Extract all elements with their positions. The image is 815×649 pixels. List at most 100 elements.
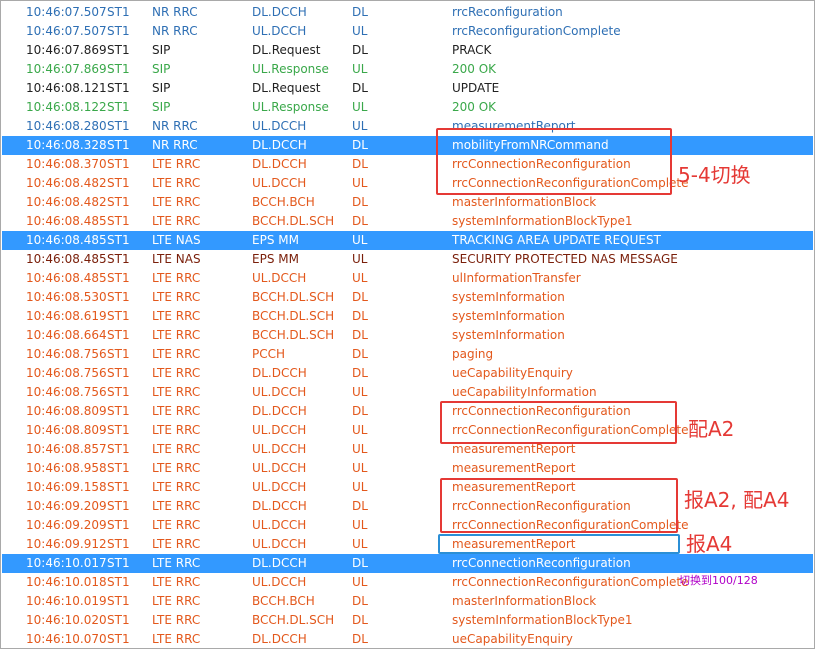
row-time: 10:46:08.958 (26, 461, 107, 475)
row-message: systemInformationBlockType1 (452, 214, 633, 228)
row-time: 10:46:08.530 (26, 290, 107, 304)
table-row[interactable]: 10:46:08.482 ST1 LTE RRC BCCH.BCH DL masterIn… (2, 193, 813, 212)
row-protocol: LTE RRC (152, 328, 201, 342)
table-row[interactable]: 10:46:07.507 ST1 NR RRC DL.DCCH DL rrcReconfi… (2, 3, 813, 22)
row-direction: UL (352, 62, 368, 76)
row-channel: UL.DCCH (252, 442, 307, 456)
row-station: ST1 (107, 138, 130, 152)
table-row[interactable]: 10:46:08.121 ST1 SIP DL.Request DL UPDATE (2, 79, 813, 98)
table-row[interactable]: 10:46:08.664 ST1 LTE RRC BCCH.DL.SCH DL syste… (2, 326, 813, 345)
table-row-selected[interactable]: 10:46:08.328 ST1 NR RRC DL.DCCH DL mobilityFr… (2, 136, 813, 155)
row-direction: UL (352, 100, 368, 114)
row-protocol: LTE NAS (152, 252, 201, 266)
row-direction: DL (352, 290, 368, 304)
row-message: ueCapabilityEnquiry (452, 632, 573, 646)
annotation-handover-5-4: 5-4切换 (678, 163, 751, 187)
row-message: rrcConnectionReconfigurationComplete (452, 575, 689, 589)
table-row[interactable]: 10:46:10.019 ST1 LTE RRC BCCH.BCH DL masterIn… (2, 592, 813, 611)
row-direction: UL (352, 271, 368, 285)
row-protocol: LTE RRC (152, 347, 201, 361)
row-message: ueCapabilityInformation (452, 385, 597, 399)
row-station: ST1 (107, 613, 130, 627)
row-station: ST1 (107, 290, 130, 304)
table-row[interactable]: 10:46:10.070 ST1 LTE RRC DL.DCCH DL ueCapabil… (2, 630, 813, 648)
row-channel: DL.Request (252, 43, 321, 57)
row-protocol: LTE RRC (152, 366, 201, 380)
row-time: 10:46:08.482 (26, 195, 107, 209)
row-direction: DL (352, 214, 368, 228)
row-time: 10:46:08.121 (26, 81, 107, 95)
row-time: 10:46:08.756 (26, 385, 107, 399)
row-time: 10:46:08.756 (26, 366, 107, 380)
annotation-report-a4: 报A4 (686, 532, 733, 556)
row-direction: DL (352, 81, 368, 95)
table-row[interactable]: 10:46:10.020 ST1 LTE RRC BCCH.DL.SCH DL syste… (2, 611, 813, 630)
row-direction: UL (352, 575, 368, 589)
table-row[interactable]: 10:46:08.619 ST1 LTE RRC BCCH.DL.SCH DL syste… (2, 307, 813, 326)
row-time: 10:46:08.485 (26, 214, 107, 228)
row-protocol: LTE NAS (152, 233, 201, 247)
row-station: ST1 (107, 5, 130, 19)
table-row[interactable]: 10:46:08.756 ST1 LTE RRC DL.DCCH DL ueCapabil… (2, 364, 813, 383)
row-channel: UL.DCCH (252, 537, 307, 551)
config-a2-highlight-box (440, 401, 677, 444)
table-row[interactable]: 10:46:08.958 ST1 LTE RRC UL.DCCH UL measureme… (2, 459, 813, 478)
row-channel: UL.DCCH (252, 461, 307, 475)
row-direction: DL (352, 328, 368, 342)
table-row[interactable]: 10:46:08.756 ST1 LTE RRC PCCH DL paging (2, 345, 813, 364)
handover-highlight-box (436, 128, 672, 195)
row-direction: DL (352, 366, 368, 380)
row-channel: EPS MM (252, 252, 299, 266)
row-station: ST1 (107, 423, 130, 437)
row-channel: UL.DCCH (252, 480, 307, 494)
row-direction: UL (352, 518, 368, 532)
row-message: paging (452, 347, 494, 361)
table-row[interactable]: 10:46:07.869 ST1 SIP UL.Response UL 200 OK (2, 60, 813, 79)
row-channel: UL.DCCH (252, 176, 307, 190)
row-station: ST1 (107, 594, 130, 608)
row-channel: UL.Response (252, 62, 329, 76)
table-row[interactable]: 10:46:08.485 ST1 LTE RRC BCCH.DL.SCH DL syste… (2, 212, 813, 231)
row-message: SECURITY PROTECTED NAS MESSAGE (452, 252, 678, 266)
row-channel: DL.DCCH (252, 404, 307, 418)
row-protocol: LTE RRC (152, 499, 201, 513)
row-message: measurementReport (452, 461, 576, 475)
row-message: 200 OK (452, 100, 497, 114)
row-direction: UL (352, 119, 368, 133)
row-direction: DL (352, 613, 368, 627)
row-station: ST1 (107, 518, 130, 532)
row-protocol: LTE RRC (152, 613, 201, 627)
table-row[interactable]: 10:46:08.530 ST1 LTE RRC BCCH.DL.SCH DL syste… (2, 288, 813, 307)
row-protocol: LTE RRC (152, 290, 201, 304)
table-row[interactable]: 10:46:07.869 ST1 SIP DL.Request DL PRACK (2, 41, 813, 60)
row-direction: DL (352, 347, 368, 361)
row-time: 10:46:08.619 (26, 309, 107, 323)
row-direction: UL (352, 252, 368, 266)
table-row[interactable]: 10:46:08.756 ST1 LTE RRC UL.DCCH UL ueCapabil… (2, 383, 813, 402)
table-row-selected[interactable]: 10:46:10.017 ST1 LTE RRC DL.DCCH DL rrcConnec… (2, 554, 813, 573)
row-protocol: LTE RRC (152, 461, 201, 475)
row-time: 10:46:08.370 (26, 157, 107, 171)
row-station: ST1 (107, 100, 130, 114)
table-row[interactable]: 10:46:08.857 ST1 LTE RRC UL.DCCH UL measureme… (2, 440, 813, 459)
table-row[interactable]: 10:46:08.280 ST1 NR RRC UL.DCCH UL measuremen… (2, 117, 813, 136)
row-station: ST1 (107, 404, 130, 418)
table-row[interactable]: 10:46:08.485 ST1 LTE RRC UL.DCCH UL ulInforma… (2, 269, 813, 288)
row-channel: BCCH.BCH (252, 594, 315, 608)
row-message: UPDATE (452, 81, 500, 95)
report-a4-highlight-box (438, 534, 680, 554)
table-row[interactable]: 10:46:08.122 ST1 SIP UL.Response UL 200 OK (2, 98, 813, 117)
report-a2-highlight-box (440, 478, 678, 533)
row-channel: UL.DCCH (252, 119, 307, 133)
row-direction: UL (352, 176, 368, 190)
table-row[interactable]: 10:46:07.507 ST1 NR RRC UL.DCCH UL rrcReconfi… (2, 22, 813, 41)
row-channel: UL.DCCH (252, 575, 307, 589)
row-direction: DL (352, 556, 368, 570)
row-direction: DL (352, 594, 368, 608)
row-station: ST1 (107, 24, 130, 38)
row-message: PRACK (452, 43, 492, 57)
table-row-selected[interactable]: 10:46:08.485 ST1 LTE NAS EPS MM UL TRACKING A… (2, 231, 813, 250)
table-row[interactable]: 10:46:08.485 ST1 LTE NAS EPS MM UL SECURITY P… (2, 250, 813, 269)
row-message: systemInformation (452, 290, 565, 304)
row-channel: UL.DCCH (252, 271, 307, 285)
